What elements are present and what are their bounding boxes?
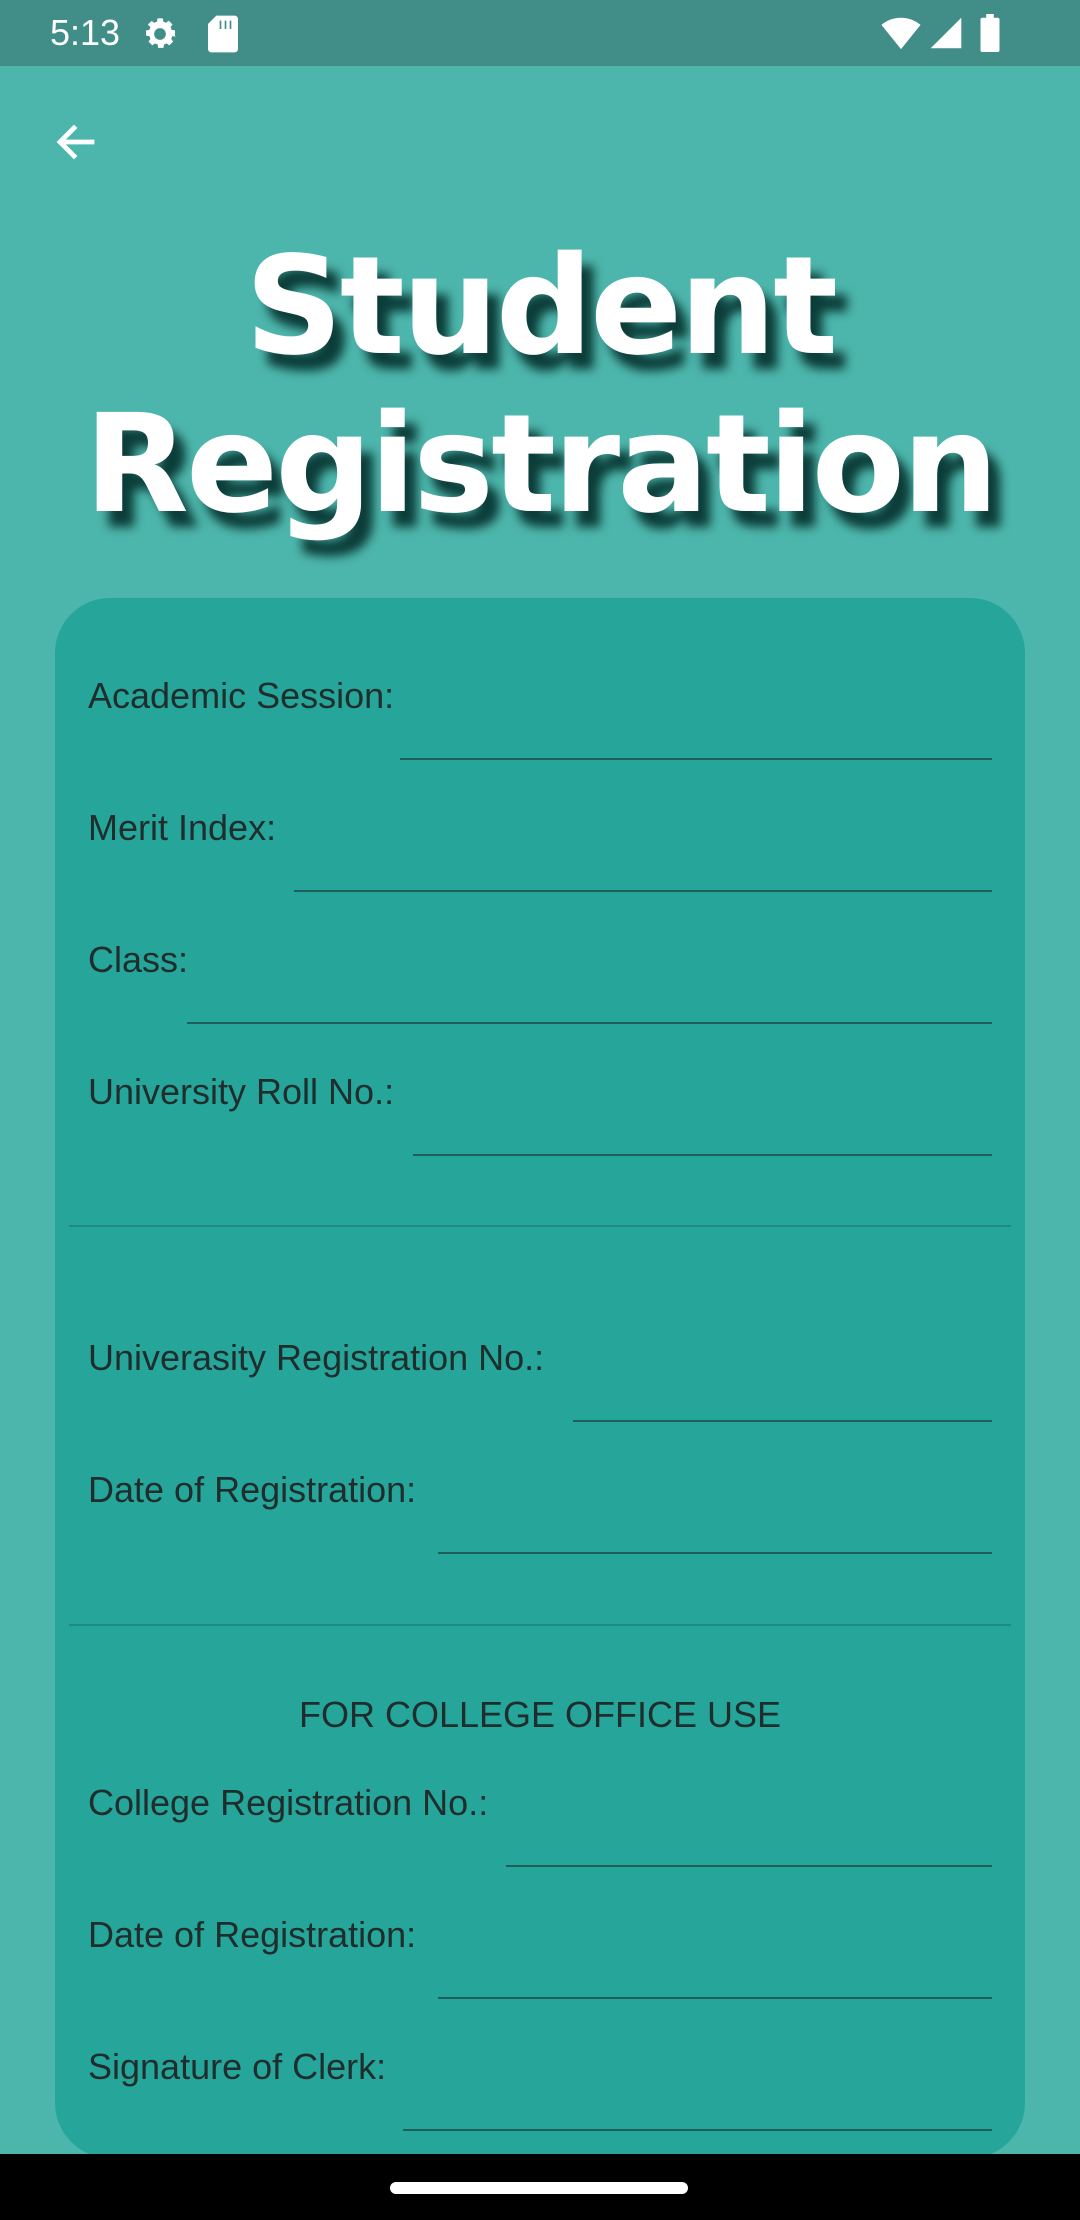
class-row: Class: — [55, 862, 1025, 1024]
status-bar: 5:13 — [0, 0, 1080, 66]
settings-icon — [140, 14, 180, 59]
page-title-line-2: Registration — [84, 386, 999, 544]
page-title-line-1: Student — [244, 228, 838, 386]
university-roll-no-row: University Roll No.: — [55, 994, 1025, 1156]
merit-index-label: Merit Index: — [88, 807, 277, 848]
back-button[interactable] — [40, 108, 112, 180]
office-date-of-registration-label: Date of Registration: — [88, 1914, 417, 1955]
page-title: Student Registration — [0, 228, 1080, 544]
academic-session-row: Academic Session: — [55, 598, 1025, 760]
home-indicator[interactable] — [390, 2182, 688, 2194]
class-label: Class: — [88, 939, 189, 980]
cell-signal-icon — [928, 16, 964, 55]
university-roll-no-input[interactable] — [413, 1094, 992, 1156]
registration-form-card: Academic Session: Merit Index: Class: Un… — [55, 598, 1025, 2158]
arrow-left-icon — [52, 118, 100, 171]
merit-index-row: Merit Index: — [55, 730, 1025, 892]
college-registration-no-label: College Registration No.: — [88, 1782, 489, 1823]
sd-card-icon — [206, 14, 240, 59]
university-registration-no-label: Univerasity Registration No.: — [88, 1337, 545, 1378]
section-divider — [69, 1624, 1011, 1626]
date-of-registration-input[interactable] — [438, 1492, 992, 1554]
status-time: 5:13 — [50, 12, 121, 53]
signature-of-clerk-label: Signature of Clerk: — [88, 2046, 387, 2087]
wifi-icon — [880, 16, 922, 55]
date-of-registration-label: Date of Registration: — [88, 1469, 417, 1510]
signature-of-clerk-input[interactable] — [403, 2069, 992, 2131]
date-of-registration-row: Date of Registration: — [55, 1392, 1025, 1554]
university-registration-no-row: Univerasity Registration No.: — [55, 1260, 1025, 1422]
battery-icon — [978, 14, 1002, 57]
navigation-bar — [0, 2154, 1080, 2220]
university-roll-no-label: University Roll No.: — [88, 1071, 395, 1112]
section-divider — [69, 1225, 1011, 1227]
academic-session-label: Academic Session: — [88, 675, 395, 716]
office-date-of-registration-row: Date of Registration: — [55, 1837, 1025, 1999]
signature-of-clerk-row: Signature of Clerk: — [55, 1969, 1025, 2131]
college-registration-no-row: College Registration No.: — [55, 1705, 1025, 1867]
